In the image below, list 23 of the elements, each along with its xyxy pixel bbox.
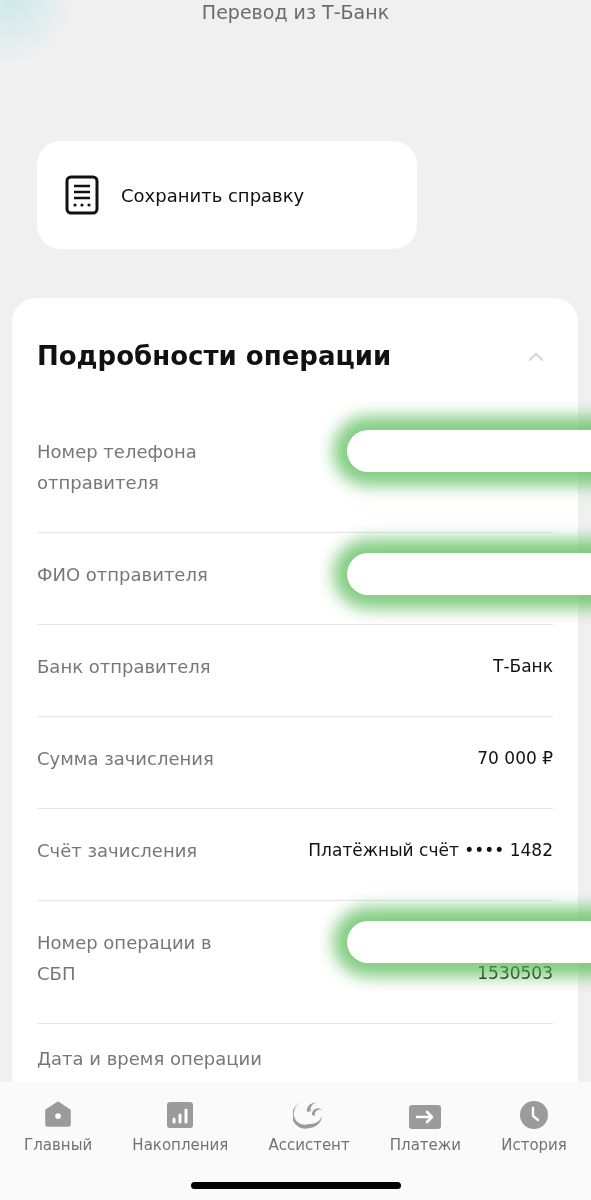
field-label: Банк отправителя	[37, 655, 211, 679]
field-label: Номер телефона отправителя	[37, 440, 198, 495]
field-label: Сумма зачисления	[37, 747, 214, 771]
field-label: Счёт зачисления	[37, 839, 198, 863]
field-label: Номер операции в СБП	[37, 931, 213, 986]
field-value: Т-Банк	[493, 655, 553, 678]
chevron-icon[interactable]	[527, 350, 545, 362]
nav-tab[interactable]: Ассистент	[268, 1094, 350, 1154]
field-value: Платёжный счёт •••• 1482	[308, 839, 553, 862]
field-label: ФИО отправителя	[37, 563, 208, 587]
section-title: Подробности операции	[37, 340, 392, 373]
screen-title: Перевод из Т-Банк	[200, 0, 391, 25]
nav-tab[interactable]: История	[501, 1094, 567, 1154]
bar-chart-icon	[165, 1100, 196, 1130]
nav-tab[interactable]: Накопления	[132, 1094, 229, 1154]
field-value: 1530503	[477, 962, 553, 985]
field-label: Дата и время операции	[37, 1048, 262, 1070]
field-value: 70 000 ₽	[477, 747, 553, 770]
document-icon	[65, 175, 99, 215]
clock-icon	[519, 1100, 550, 1130]
save-receipt-button[interactable]: Сохранить справку	[37, 141, 417, 249]
nav-tab[interactable]: Главный	[24, 1094, 93, 1154]
nav-tab[interactable]: Платежи	[389, 1094, 462, 1154]
